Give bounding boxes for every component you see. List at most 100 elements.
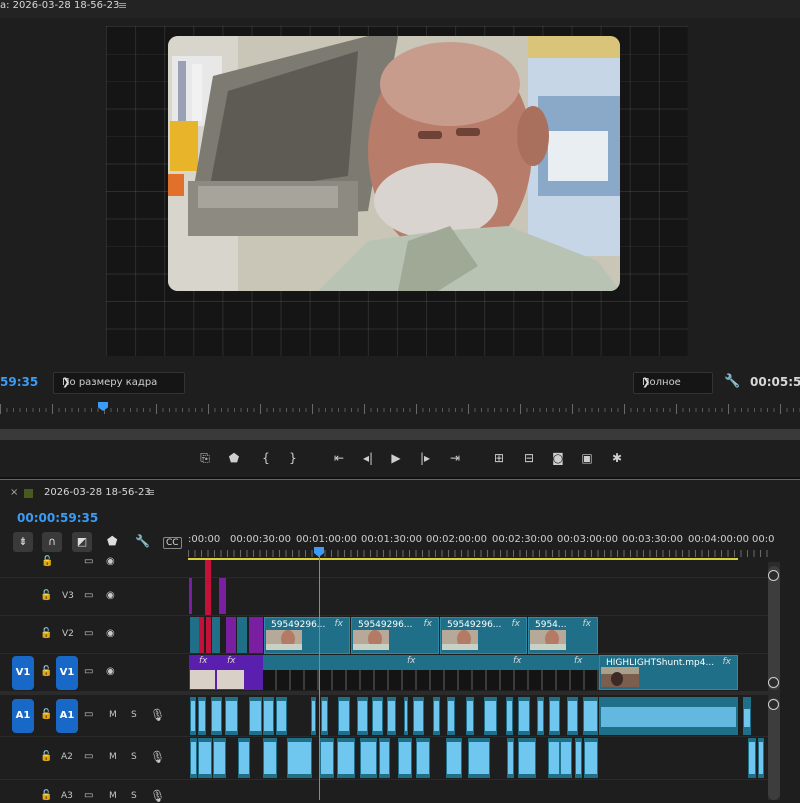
scroll-knob-icon[interactable] (768, 570, 779, 581)
audio-clip[interactable] (311, 697, 316, 735)
film-icon[interactable]: ▭ (84, 628, 93, 639)
timeline-timecode[interactable]: 00:00:59:35 (17, 511, 98, 525)
audio-clip[interactable] (518, 697, 530, 735)
audio-clip[interactable] (225, 697, 238, 735)
scroll-knob-icon[interactable] (768, 677, 779, 688)
audio-tracks-scroll-thumb[interactable] (768, 698, 780, 800)
go-to-out-icon[interactable]: ⇥ (445, 448, 465, 468)
clip-v2-red[interactable] (206, 617, 211, 653)
audio-clip[interactable] (198, 697, 206, 735)
step-back-icon[interactable]: ◂| (358, 448, 378, 468)
video-tracks-scroll-thumb[interactable] (768, 566, 780, 690)
clip-v3-red[interactable] (205, 560, 211, 615)
clip-v2-purple[interactable] (249, 617, 263, 653)
audio-clip[interactable] (743, 697, 751, 735)
clip-v2-purple[interactable] (226, 617, 236, 653)
audio-clip[interactable] (413, 697, 424, 735)
film-icon[interactable]: ▭ (84, 590, 93, 601)
audio-clip[interactable] (537, 697, 544, 735)
captions-icon[interactable]: CC (163, 537, 182, 549)
audio-clip[interactable] (548, 738, 560, 778)
audio-clip[interactable] (507, 738, 514, 778)
settings-icon[interactable]: ✱ (607, 448, 627, 468)
timeline-sequence-title[interactable]: 2026-03-28 18-56-23 (44, 487, 151, 498)
clip-v1-purple[interactable] (245, 655, 263, 690)
track-target-a1[interactable]: A1 (56, 699, 78, 733)
fx-badge[interactable]: fx (574, 656, 583, 666)
extract-icon[interactable]: ⊟ (519, 448, 539, 468)
solo-button[interactable]: S (131, 752, 137, 762)
audio-clip[interactable] (238, 738, 250, 778)
clip-v2[interactable] (237, 617, 247, 653)
lock-icon[interactable]: 🔓 (40, 709, 52, 720)
microphone-icon[interactable]: 🎙 (150, 708, 165, 722)
eye-icon[interactable]: ◉ (106, 590, 115, 601)
fx-badge[interactable]: fx (512, 619, 521, 629)
video-frame[interactable] (168, 36, 620, 291)
audio-clip[interactable] (379, 738, 390, 778)
audio-clip[interactable] (466, 697, 474, 735)
audio-clip[interactable] (372, 697, 383, 735)
solo-button[interactable]: S (131, 710, 137, 720)
audio-clip[interactable] (387, 697, 396, 735)
insert-overwrite-icon[interactable]: ⇟ (13, 532, 33, 552)
mark-out-icon[interactable]: } (283, 448, 303, 468)
audio-clip[interactable] (560, 738, 572, 778)
lock-icon[interactable]: 🔓 (40, 751, 52, 762)
audio-clip[interactable] (446, 738, 462, 778)
export-frame-icon[interactable]: ◙ (548, 448, 568, 468)
eye-icon[interactable]: ◉ (106, 556, 115, 567)
fx-badge[interactable]: fx (583, 619, 592, 629)
audio-clip[interactable] (337, 738, 355, 778)
lock-icon[interactable]: 🔓 (40, 666, 52, 677)
audio-clip[interactable] (249, 697, 262, 735)
mute-button[interactable]: M (109, 752, 117, 762)
audio-clip[interactable] (190, 738, 197, 778)
mark-in-icon[interactable]: { (256, 448, 276, 468)
clip-v2-red[interactable] (199, 617, 204, 653)
audio-clip[interactable] (583, 697, 598, 735)
wrench-icon[interactable]: 🔧 (724, 374, 740, 389)
audio-clip[interactable] (575, 738, 582, 778)
film-icon[interactable]: ▭ (84, 709, 93, 720)
audio-clip[interactable] (287, 738, 312, 778)
clip-v2-main[interactable]: 5954... fx (528, 617, 598, 654)
monitor-zoom-scrollbar[interactable] (0, 429, 800, 440)
audio-clip-highlight[interactable] (599, 697, 738, 735)
add-marker-icon[interactable]: ⬟ (107, 534, 117, 548)
scroll-knob-icon[interactable] (768, 699, 779, 710)
fx-badge[interactable]: fx (407, 656, 416, 666)
audio-clip[interactable] (357, 697, 368, 735)
play-icon[interactable]: ▶ (386, 448, 406, 468)
film-icon[interactable]: ▭ (84, 556, 93, 567)
playhead-line[interactable] (318, 556, 320, 800)
export-frame-settings-icon[interactable]: ⎘ (195, 448, 215, 468)
lock-icon[interactable]: 🔓 (41, 556, 53, 567)
audio-clip[interactable] (321, 697, 328, 735)
track-target-v1[interactable]: V1 (56, 656, 78, 690)
clip-v3[interactable] (189, 578, 192, 614)
fx-badge[interactable]: fx (227, 656, 236, 666)
wrench-icon[interactable]: 🔧 (135, 534, 150, 548)
go-to-in-icon[interactable]: ⇤ (329, 448, 349, 468)
audio-clip[interactable] (263, 738, 277, 778)
clip-v2-main[interactable]: 59549296... fx (440, 617, 527, 654)
audio-clip[interactable] (213, 738, 226, 778)
lift-icon[interactable]: ⊞ (489, 448, 509, 468)
audio-clip[interactable] (584, 738, 598, 778)
audio-clip[interactable] (190, 697, 196, 735)
eye-icon[interactable]: ◉ (106, 628, 115, 639)
clip-v1-highlight[interactable]: HIGHLIGHTShunt.mp4... fx (599, 655, 738, 690)
audio-clip[interactable] (404, 697, 408, 735)
lock-icon[interactable]: 🔓 (40, 590, 52, 601)
close-icon[interactable]: × (10, 487, 18, 498)
audio-clip[interactable] (433, 697, 440, 735)
audio-clip[interactable] (360, 738, 377, 778)
step-forward-icon[interactable]: |▸ (415, 448, 435, 468)
audio-clip[interactable] (263, 697, 274, 735)
audio-clip[interactable] (506, 697, 513, 735)
audio-clip[interactable] (276, 697, 287, 735)
lock-icon[interactable]: 🔓 (40, 628, 52, 639)
clip-v2-main[interactable]: 59549296... fx (264, 617, 350, 654)
microphone-icon[interactable]: 🎙 (150, 789, 165, 803)
